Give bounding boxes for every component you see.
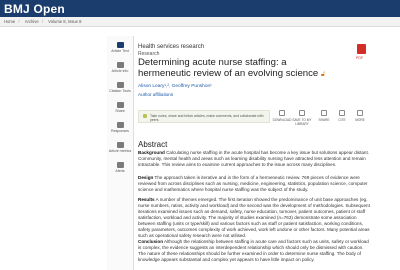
share-button[interactable]: SHARE (314, 110, 334, 122)
sidebar-item-label: Share (115, 109, 125, 113)
action-label: MORE (355, 118, 365, 122)
abstract-label: Design (138, 175, 154, 180)
open-access-icon: 🔓︎ (320, 70, 326, 78)
abstract-label: Background (138, 150, 165, 155)
action-label: DOWNLOAD (272, 118, 292, 122)
site-header: BMJ Open (0, 0, 400, 17)
pdf-icon[interactable] (357, 44, 366, 54)
more-button[interactable]: MORE (350, 110, 370, 122)
more-dots-icon (357, 110, 363, 116)
info-icon (116, 62, 124, 68)
sidebar-item-label: Article Text (111, 49, 129, 53)
abstract-text: Although the relationship between staffi… (138, 239, 369, 262)
abstract-text: A number of themes emerged. The first it… (138, 197, 370, 238)
sidebar-item-label: Responses (111, 129, 129, 133)
bookmark-icon (299, 110, 305, 116)
breadcrumb: Home / Archive / Volume 8, Issue 8 (0, 17, 400, 27)
download-icon (279, 110, 285, 116)
cite-button[interactable]: CITE (332, 110, 352, 122)
action-label: SHARE (318, 118, 330, 122)
abstract-design: Design The approach taken is iterative a… (138, 175, 370, 193)
site-title[interactable]: BMJ Open (4, 2, 65, 16)
highlight-notes-text: Take notes, share and follow articles, m… (150, 114, 264, 122)
sidebar-item-alerts[interactable]: Alerts (107, 162, 133, 173)
highlighter-icon (143, 114, 147, 118)
pdf-label[interactable]: PDF (356, 56, 363, 60)
quote-icon (116, 82, 124, 88)
sidebar-item-label: Citation Tools (109, 89, 131, 93)
sidebar-item-article-metrics[interactable]: Article metrics (107, 142, 133, 153)
comment-icon (116, 122, 124, 128)
abstract-conclusion: Conclusion Although the relationship bet… (138, 239, 370, 263)
abstract-heading: Abstract (138, 140, 168, 149)
sidebar-item-responses[interactable]: Responses (107, 122, 133, 133)
author-affiliations-link[interactable]: Author affiliations (138, 92, 173, 97)
sidebar-item-article-text[interactable]: Article Text (107, 42, 133, 53)
breadcrumb-archive[interactable]: Archive (25, 19, 39, 24)
sidebar-item-label: Alerts (115, 169, 125, 173)
article-authors[interactable]: Alison Leary¹,², Geoffrey Punshon¹ (138, 84, 212, 89)
share-icon (116, 102, 124, 108)
sidebar-item-article-info[interactable]: Article info (107, 62, 133, 73)
document-icon (116, 42, 124, 48)
abstract-background: Background Calculating nurse staffing in… (138, 150, 370, 168)
abstract-results: Results A number of themes emerged. The … (138, 197, 370, 239)
bell-icon (116, 162, 124, 168)
abstract-label: Conclusion (138, 239, 164, 244)
article-sidebar: Article Text Article info Citation Tools… (107, 36, 134, 270)
abstract-label: Results (138, 197, 155, 202)
article-action-bar: DOWNLOAD SAVE TO MY LIBRARY SHARE CITE M… (272, 110, 372, 128)
breadcrumb-issue[interactable]: Volume 8, Issue 8 (48, 19, 81, 24)
action-label: CITE (338, 118, 346, 122)
article-section: Health services research (138, 44, 205, 50)
sidebar-item-label: Article metrics (108, 149, 132, 153)
sidebar-item-share[interactable]: Share (107, 102, 133, 113)
download-button[interactable]: DOWNLOAD (272, 110, 292, 122)
abstract-text: The approach taken is iterative and in t… (138, 175, 368, 192)
action-label: SAVE TO MY LIBRARY (292, 118, 312, 126)
bar-chart-icon (116, 142, 124, 148)
sidebar-item-citation-tools[interactable]: Citation Tools (107, 82, 133, 93)
share-icon (321, 110, 327, 116)
breadcrumb-home[interactable]: Home (4, 19, 15, 24)
article-title-text: Determining acute nurse staffing: a herm… (138, 57, 319, 79)
breadcrumb-separator: / (18, 19, 20, 24)
highlight-notes-box[interactable]: Take notes, share and follow articles, m… (138, 110, 270, 123)
breadcrumb-separator: / (41, 19, 43, 24)
abstract-text: Calculating nurse staffing in the acute … (138, 150, 370, 167)
article-title: Determining acute nurse staffing: a herm… (138, 57, 338, 80)
sidebar-item-label: Article info (111, 69, 129, 73)
save-to-library-button[interactable]: SAVE TO MY LIBRARY (292, 110, 312, 126)
quote-icon (339, 110, 345, 116)
